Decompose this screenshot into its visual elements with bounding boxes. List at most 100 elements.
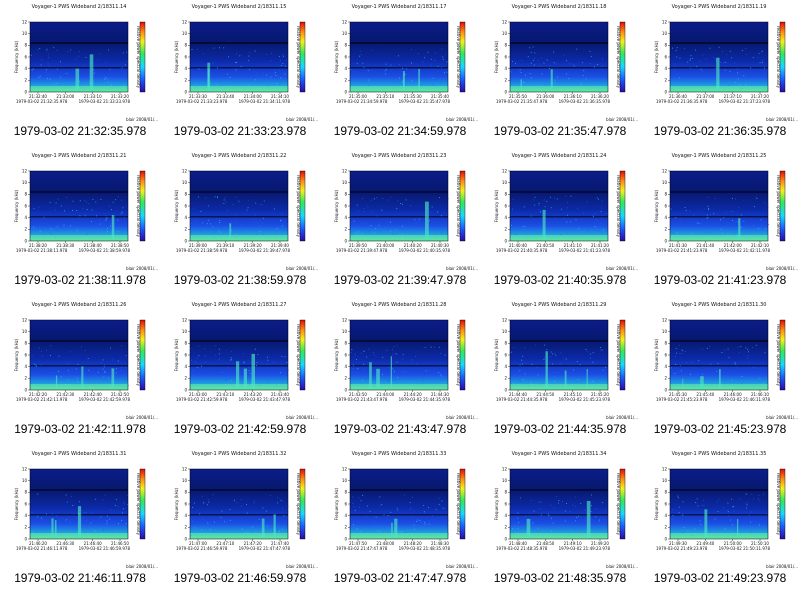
spectrogram-thumbnail[interactable]: Voyager-1 PWS Wideband 2/18311.30 0 2 4 6 8 10… — [640, 298, 800, 422]
emission-burst — [229, 223, 232, 241]
y-tick-label: 10 — [342, 329, 348, 334]
y-tick-label: 6 — [184, 352, 187, 357]
y-tick-label: 12 — [342, 317, 348, 322]
timestamp-caption: 1979-03-02 21:40:35.978 — [493, 273, 627, 287]
footer-start-time: 1979-03-02 21:35:47.978 — [496, 99, 548, 104]
footer-start-time: 1979-03-02 21:45:23.978 — [656, 397, 708, 402]
spectrogram-plot: Voyager-1 PWS Wideband 2/18311.25 0 2 4 6 8 10… — [654, 153, 798, 271]
plot-title: Voyager-1 PWS Wideband 2/18311.23 — [352, 153, 447, 159]
spectrogram-thumbnail[interactable]: Voyager-1 PWS Wideband 2/18311.21 0 2 4 6 8 10… — [0, 149, 160, 273]
spectrogram-thumbnail[interactable]: Voyager-1 PWS Wideband 2/18311.18 0 2 4 6 8 10… — [480, 0, 640, 124]
spectrogram-band — [350, 533, 448, 539]
spectrogram-thumbnail[interactable]: Voyager-1 PWS Wideband 2/18311.23 0 2 4 6 8 10… — [320, 149, 480, 273]
y-tick-label: 6 — [184, 203, 187, 208]
footer-start-time: 1979-03-02 21:41:23.978 — [656, 248, 708, 253]
spectrogram-image — [190, 171, 288, 241]
credit-text: blair 2008/01/... — [606, 415, 638, 420]
y-axis-label: Frequency (kHz) — [654, 189, 659, 222]
spectrogram-band — [350, 365, 448, 367]
y-tick-label: 12 — [502, 168, 508, 173]
footer-start-time: 1979-03-02 21:48:35.978 — [496, 546, 548, 551]
spectrogram-thumbnail[interactable]: Voyager-1 PWS Wideband 2/18311.33 0 2 4 6 8 10… — [320, 447, 480, 571]
y-tick-label: 2 — [184, 227, 187, 232]
credit-text: blair 2008/01/... — [446, 415, 478, 420]
y-axis-label: Frequency (kHz) — [14, 487, 19, 520]
spectrogram-thumbnail[interactable]: Voyager-1 PWS Wideband 2/18311.26 0 2 4 6 8 10… — [0, 298, 160, 422]
y-tick-label: 6 — [504, 352, 507, 357]
spectrogram-band — [190, 86, 288, 92]
y-axis-label: Frequency (kHz) — [494, 487, 499, 520]
credit-text: blair 2008/01/... — [286, 266, 318, 271]
y-axis-label: Frequency (kHz) — [174, 189, 179, 222]
y-tick-label: 0 — [664, 536, 667, 541]
colorbar-label: relative power spectral density — [776, 175, 781, 238]
spectrogram-thumbnail[interactable]: Voyager-1 PWS Wideband 2/18311.17 0 2 4 6 8 10… — [320, 0, 480, 124]
footer-end-time: 1979-03-02 21:46:59.978 — [79, 546, 131, 551]
footer-end-time: 1979-03-02 21:33:23.978 — [79, 99, 131, 104]
y-tick-label: 12 — [182, 466, 188, 471]
spectrogram-thumbnail[interactable]: Voyager-1 PWS Wideband 2/18311.15 0 2 4 6 8 10… — [160, 0, 320, 124]
emission-burst — [425, 201, 429, 241]
y-tick-label: 10 — [22, 31, 28, 36]
spectrogram-band — [670, 365, 768, 367]
spectrogram-thumbnail[interactable]: Voyager-1 PWS Wideband 2/18311.28 0 2 4 6 8 10… — [320, 298, 480, 422]
spectrogram-cell: Voyager-1 PWS Wideband 2/18311.29 0 2 4 6 8 10… — [480, 298, 640, 447]
footer-start-time: 1979-03-02 21:38:59.978 — [176, 248, 228, 253]
y-tick-label: 0 — [664, 238, 667, 243]
spectrogram-plot: Voyager-1 PWS Wideband 2/18311.21 0 2 4 6 8 10… — [14, 153, 158, 271]
y-tick-label: 0 — [504, 536, 507, 541]
spectrogram-band — [510, 67, 608, 69]
spectrogram-band — [350, 489, 448, 491]
colorbar-label: relative power spectral density — [776, 473, 781, 536]
y-tick-label: 0 — [664, 89, 667, 94]
y-tick-label: 0 — [24, 536, 27, 541]
emission-burst — [394, 518, 398, 539]
timestamp-caption: 1979-03-02 21:45:23.978 — [653, 422, 787, 436]
footer-end-time: 1979-03-02 21:35:47.978 — [399, 99, 451, 104]
spectrogram-thumbnail[interactable]: Voyager-1 PWS Wideband 2/18311.25 0 2 4 6 8 10… — [640, 149, 800, 273]
spectrogram-thumbnail[interactable]: Voyager-1 PWS Wideband 2/18311.24 0 2 4 6 8 10… — [480, 149, 640, 273]
y-tick-label: 6 — [504, 54, 507, 59]
spectrogram-band — [510, 340, 608, 342]
y-tick-label: 4 — [344, 215, 347, 220]
y-tick-label: 6 — [504, 501, 507, 506]
y-tick-label: 2 — [664, 227, 667, 232]
credit-text: blair 2008/01/... — [126, 117, 158, 122]
y-tick-label: 2 — [184, 376, 187, 381]
spectrogram-image — [670, 171, 768, 241]
spectrogram-thumbnail[interactable]: Voyager-1 PWS Wideband 2/18311.29 0 2 4 6 8 10… — [480, 298, 640, 422]
y-tick-label: 6 — [344, 501, 347, 506]
spectrogram-thumbnail[interactable]: Voyager-1 PWS Wideband 2/18311.19 0 2 4 6 8 10… — [640, 0, 800, 124]
y-tick-label: 0 — [344, 89, 347, 94]
y-tick-label: 6 — [344, 352, 347, 357]
timestamp-caption: 1979-03-02 21:33:23.978 — [173, 124, 307, 138]
spectrogram-cell: Voyager-1 PWS Wideband 2/18311.23 0 2 4 6 8 10… — [320, 149, 480, 298]
spectrogram-thumbnail[interactable]: Voyager-1 PWS Wideband 2/18311.32 0 2 4 6 8 10… — [160, 447, 320, 571]
footer-end-time: 1979-03-02 21:44:35.978 — [399, 397, 451, 402]
y-tick-label: 10 — [502, 31, 508, 36]
emission-burst — [402, 71, 405, 92]
spectrogram-thumbnail[interactable]: Voyager-1 PWS Wideband 2/18311.22 0 2 4 6 8 10… — [160, 149, 320, 273]
colorbar-label: relative power spectral density — [456, 324, 461, 387]
emission-burst — [418, 69, 420, 92]
y-tick-label: 4 — [184, 513, 187, 518]
spectrogram-band — [30, 340, 128, 342]
spectrogram-thumbnail[interactable]: Voyager-1 PWS Wideband 2/18311.34 0 2 4 6 8 10… — [480, 447, 640, 571]
spectrogram-thumbnail[interactable]: Voyager-1 PWS Wideband 2/18311.35 0 2 4 6 8 10… — [640, 447, 800, 571]
y-tick-label: 8 — [504, 43, 507, 48]
spectrogram-thumbnail[interactable]: Voyager-1 PWS Wideband 2/18311.27 0 2 4 6 8 10… — [160, 298, 320, 422]
y-tick-label: 6 — [344, 203, 347, 208]
spectrogram-band — [350, 235, 448, 241]
y-tick-label: 6 — [664, 501, 667, 506]
spectrogram-thumbnail[interactable]: Voyager-1 PWS Wideband 2/18311.31 0 2 4 6 8 10… — [0, 447, 160, 571]
spectrogram-plot: Voyager-1 PWS Wideband 2/18311.34 0 2 4 6 8 10… — [494, 451, 638, 569]
y-axis-label: Frequency (kHz) — [494, 40, 499, 73]
colorbar-label: relative power spectral density — [456, 473, 461, 536]
spectrogram-band — [190, 340, 288, 342]
y-tick-label: 2 — [344, 78, 347, 83]
y-tick-label: 12 — [22, 19, 28, 24]
spectrogram-thumbnail[interactable]: Voyager-1 PWS Wideband 2/18311.14 0 2 4 6 8 10… — [0, 0, 160, 124]
y-tick-label: 8 — [344, 43, 347, 48]
spectrogram-cell: Voyager-1 PWS Wideband 2/18311.32 0 2 4 6 8 10… — [160, 447, 320, 596]
spectrogram-cell: Voyager-1 PWS Wideband 2/18311.30 0 2 4 6 8 10… — [640, 298, 800, 447]
